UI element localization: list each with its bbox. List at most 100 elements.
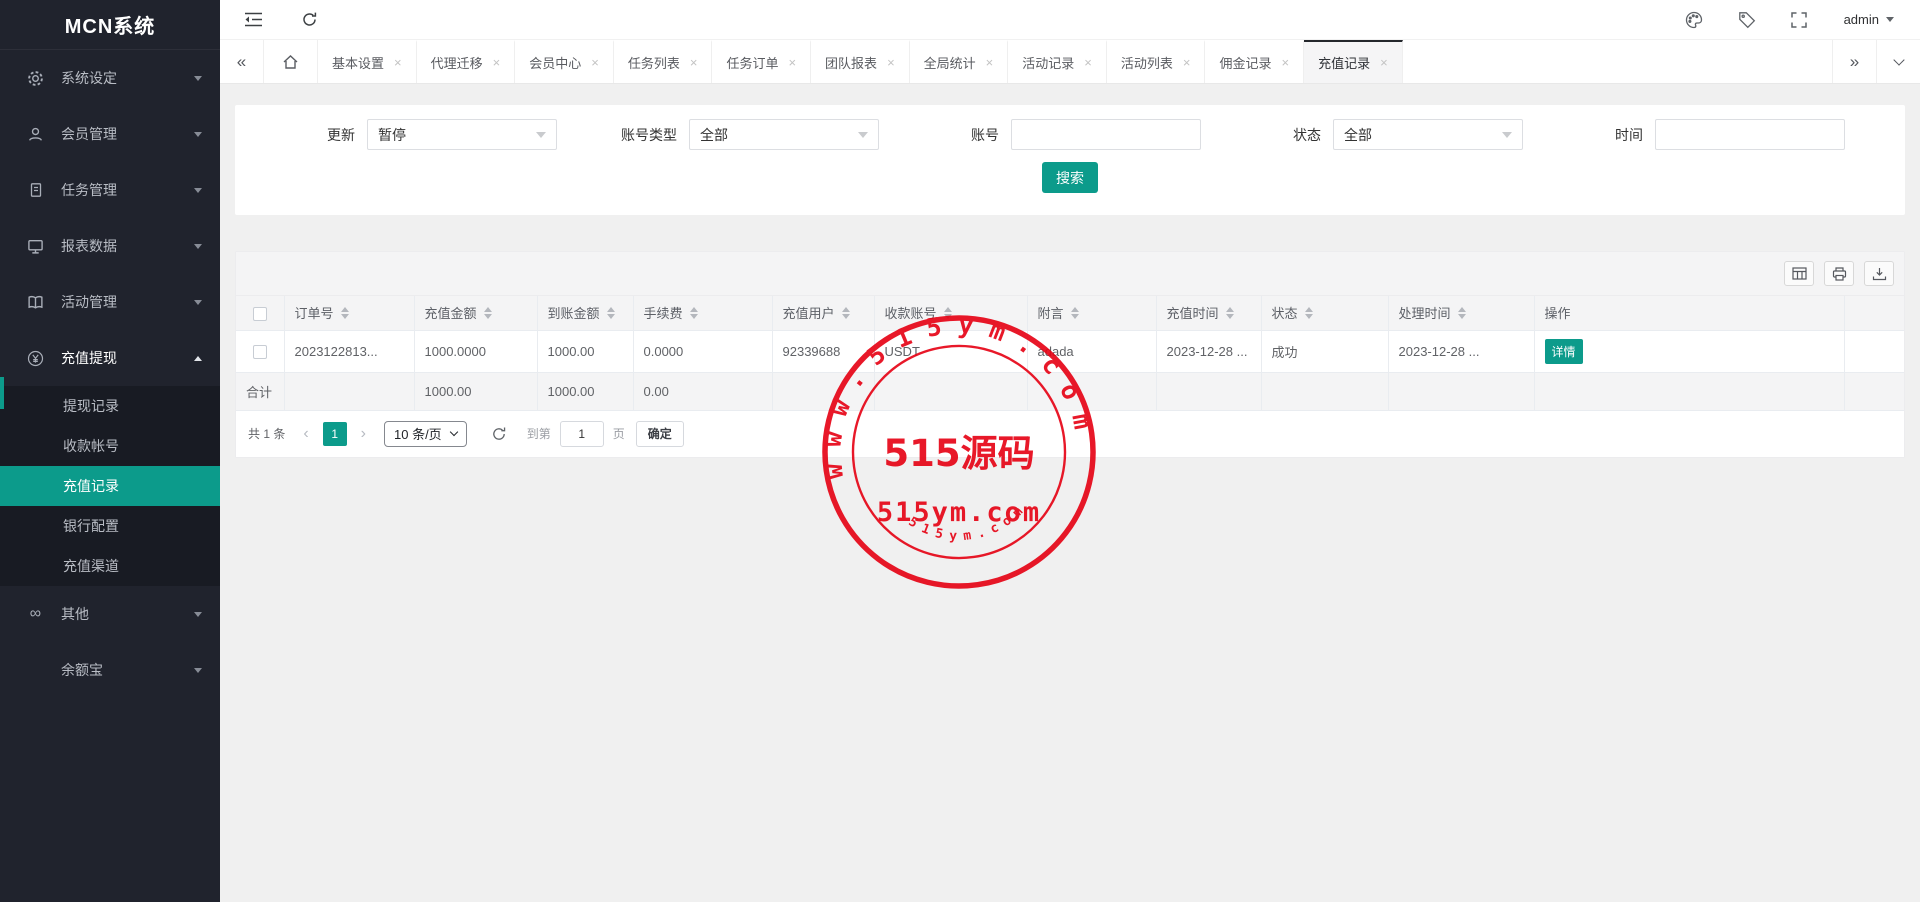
cell-status: 成功 — [1261, 330, 1388, 372]
pagination: 共 1 条 ‹ 1 › 10 条/页 到第 页 确定 — [236, 411, 1904, 457]
sidebar-item-activities[interactable]: 活动管理 — [0, 274, 220, 330]
sort-icon[interactable] — [1458, 307, 1466, 319]
tab-member-center[interactable]: 会员中心× — [515, 40, 614, 83]
refresh-icon[interactable] — [301, 11, 318, 28]
sort-icon[interactable] — [944, 307, 952, 319]
book-icon — [26, 293, 45, 312]
records-table: 订单号 充值金额 到账金额 手续费 充值用户 收款账号 附言 充值时间 状态 处… — [236, 296, 1904, 411]
sort-icon[interactable] — [1226, 307, 1234, 319]
tabs-more-button[interactable]: » — [1832, 40, 1876, 83]
chevron-down-icon — [1886, 17, 1894, 22]
export-icon[interactable] — [1864, 261, 1894, 286]
close-icon[interactable]: × — [887, 55, 895, 70]
sidebar-item-withdraw-records[interactable]: 提现记录 — [0, 386, 220, 426]
next-page-button[interactable]: › — [357, 426, 370, 442]
sidebar-item-yuebao[interactable]: 余额宝 — [0, 642, 220, 698]
account-type-select[interactable]: 全部 — [689, 119, 879, 150]
row-checkbox[interactable] — [253, 345, 267, 359]
goto-page-input[interactable] — [560, 421, 604, 447]
sidebar-item-recharge-records[interactable]: 充值记录 — [0, 466, 220, 506]
cell-arrived-amount: 1000.00 — [537, 330, 633, 372]
chevron-down-icon — [1893, 54, 1904, 65]
app-title: MCN系统 — [0, 0, 220, 50]
time-input[interactable] — [1655, 119, 1845, 150]
close-icon[interactable]: × — [1380, 55, 1388, 70]
tag-icon[interactable] — [1738, 11, 1756, 29]
table-toolbar — [236, 252, 1904, 296]
summary-row: 合计 1000.00 1000.00 0.00 — [236, 372, 1904, 410]
filter-time: 时间 — [1523, 119, 1845, 150]
cell-recharge-amount: 1000.0000 — [414, 330, 537, 372]
sort-icon[interactable] — [341, 307, 349, 319]
close-icon[interactable]: × — [591, 55, 599, 70]
search-button[interactable]: 搜索 — [1042, 162, 1098, 193]
print-icon[interactable] — [1824, 261, 1854, 286]
fullscreen-icon[interactable] — [1790, 11, 1808, 29]
close-icon[interactable]: × — [394, 55, 402, 70]
close-icon[interactable]: × — [788, 55, 796, 70]
tab-global-stats[interactable]: 全局统计× — [910, 40, 1009, 83]
sort-icon[interactable] — [690, 307, 698, 319]
close-icon[interactable]: × — [1183, 55, 1191, 70]
filter-account: 账号 — [879, 119, 1201, 150]
columns-grid-icon[interactable] — [1784, 261, 1814, 286]
sidebar-item-system-settings[interactable]: 系统设定 — [0, 50, 220, 106]
sidebar-item-recharge-withdraw[interactable]: 充值提现 — [0, 330, 220, 386]
table-row: 2023122813... 1000.0000 1000.00 0.0000 9… — [236, 330, 1904, 372]
select-all-checkbox[interactable] — [253, 307, 267, 321]
sidebar-item-payee-accounts[interactable]: 收款帐号 — [0, 426, 220, 466]
tab-activity-records[interactable]: 活动记录× — [1008, 40, 1107, 83]
home-tab[interactable] — [264, 40, 318, 83]
user-menu[interactable]: admin — [1844, 12, 1894, 27]
close-icon[interactable]: × — [1282, 55, 1290, 70]
sidebar-item-reports[interactable]: 报表数据 — [0, 218, 220, 274]
sidebar-item-others[interactable]: ∞ 其他 — [0, 586, 220, 642]
theme-palette-icon[interactable] — [1684, 10, 1704, 30]
prev-page-button[interactable]: ‹ — [299, 426, 312, 442]
tab-commission-records[interactable]: 佣金记录× — [1205, 40, 1304, 83]
close-icon[interactable]: × — [986, 55, 994, 70]
page-1-button[interactable]: 1 — [323, 422, 347, 446]
sort-icon[interactable] — [1305, 307, 1313, 319]
page-size-select[interactable]: 10 条/页 — [384, 421, 467, 447]
chevron-down-icon — [194, 300, 202, 305]
tabbar: « 基本设置× 代理迁移× 会员中心× 任务列表× 任务订单× 团队报表× 全局… — [220, 40, 1920, 84]
app-root: MCN系统 系统设定 会员管理 任务管理 — [0, 0, 1920, 902]
pagination-refresh-icon[interactable] — [491, 426, 507, 442]
tab-task-orders[interactable]: 任务订单× — [712, 40, 811, 83]
sidebar-scrollbar[interactable] — [0, 377, 4, 409]
close-icon[interactable]: × — [1084, 55, 1092, 70]
tab-team-report[interactable]: 团队报表× — [811, 40, 910, 83]
sort-icon[interactable] — [1071, 307, 1079, 319]
chevron-down-icon — [194, 76, 202, 81]
tabs-dropdown-button[interactable] — [1876, 40, 1920, 83]
menu-fold-icon[interactable] — [244, 12, 263, 27]
chevron-down-icon — [194, 188, 202, 193]
sidebar-item-recharge-channels[interactable]: 充值渠道 — [0, 546, 220, 586]
tab-recharge-records[interactable]: 充值记录× — [1304, 40, 1403, 83]
empty-icon — [26, 661, 45, 680]
sidebar-item-tasks[interactable]: 任务管理 — [0, 162, 220, 218]
sum-fee: 0.00 — [633, 372, 772, 410]
sort-icon[interactable] — [842, 307, 850, 319]
chevron-down-icon — [194, 132, 202, 137]
detail-button[interactable]: 详情 — [1545, 339, 1583, 364]
tab-task-list[interactable]: 任务列表× — [614, 40, 713, 83]
cell-memo: adada — [1027, 330, 1156, 372]
status-select[interactable]: 全部 — [1333, 119, 1523, 150]
tab-activity-list[interactable]: 活动列表× — [1107, 40, 1206, 83]
sort-icon[interactable] — [607, 307, 615, 319]
monitor-icon — [26, 237, 45, 256]
tab-basic-settings[interactable]: 基本设置× — [318, 40, 417, 83]
filter-status: 状态 全部 — [1201, 119, 1523, 150]
close-icon[interactable]: × — [493, 55, 501, 70]
account-input[interactable] — [1011, 119, 1201, 150]
update-select[interactable]: 暂停 — [367, 119, 557, 150]
close-icon[interactable]: × — [690, 55, 698, 70]
sidebar-item-bank-config[interactable]: 银行配置 — [0, 506, 220, 546]
sidebar-item-members[interactable]: 会员管理 — [0, 106, 220, 162]
goto-confirm-button[interactable]: 确定 — [636, 421, 684, 447]
sort-icon[interactable] — [484, 307, 492, 319]
tabs-collapse-button[interactable]: « — [220, 40, 264, 83]
tab-agent-migration[interactable]: 代理迁移× — [417, 40, 516, 83]
